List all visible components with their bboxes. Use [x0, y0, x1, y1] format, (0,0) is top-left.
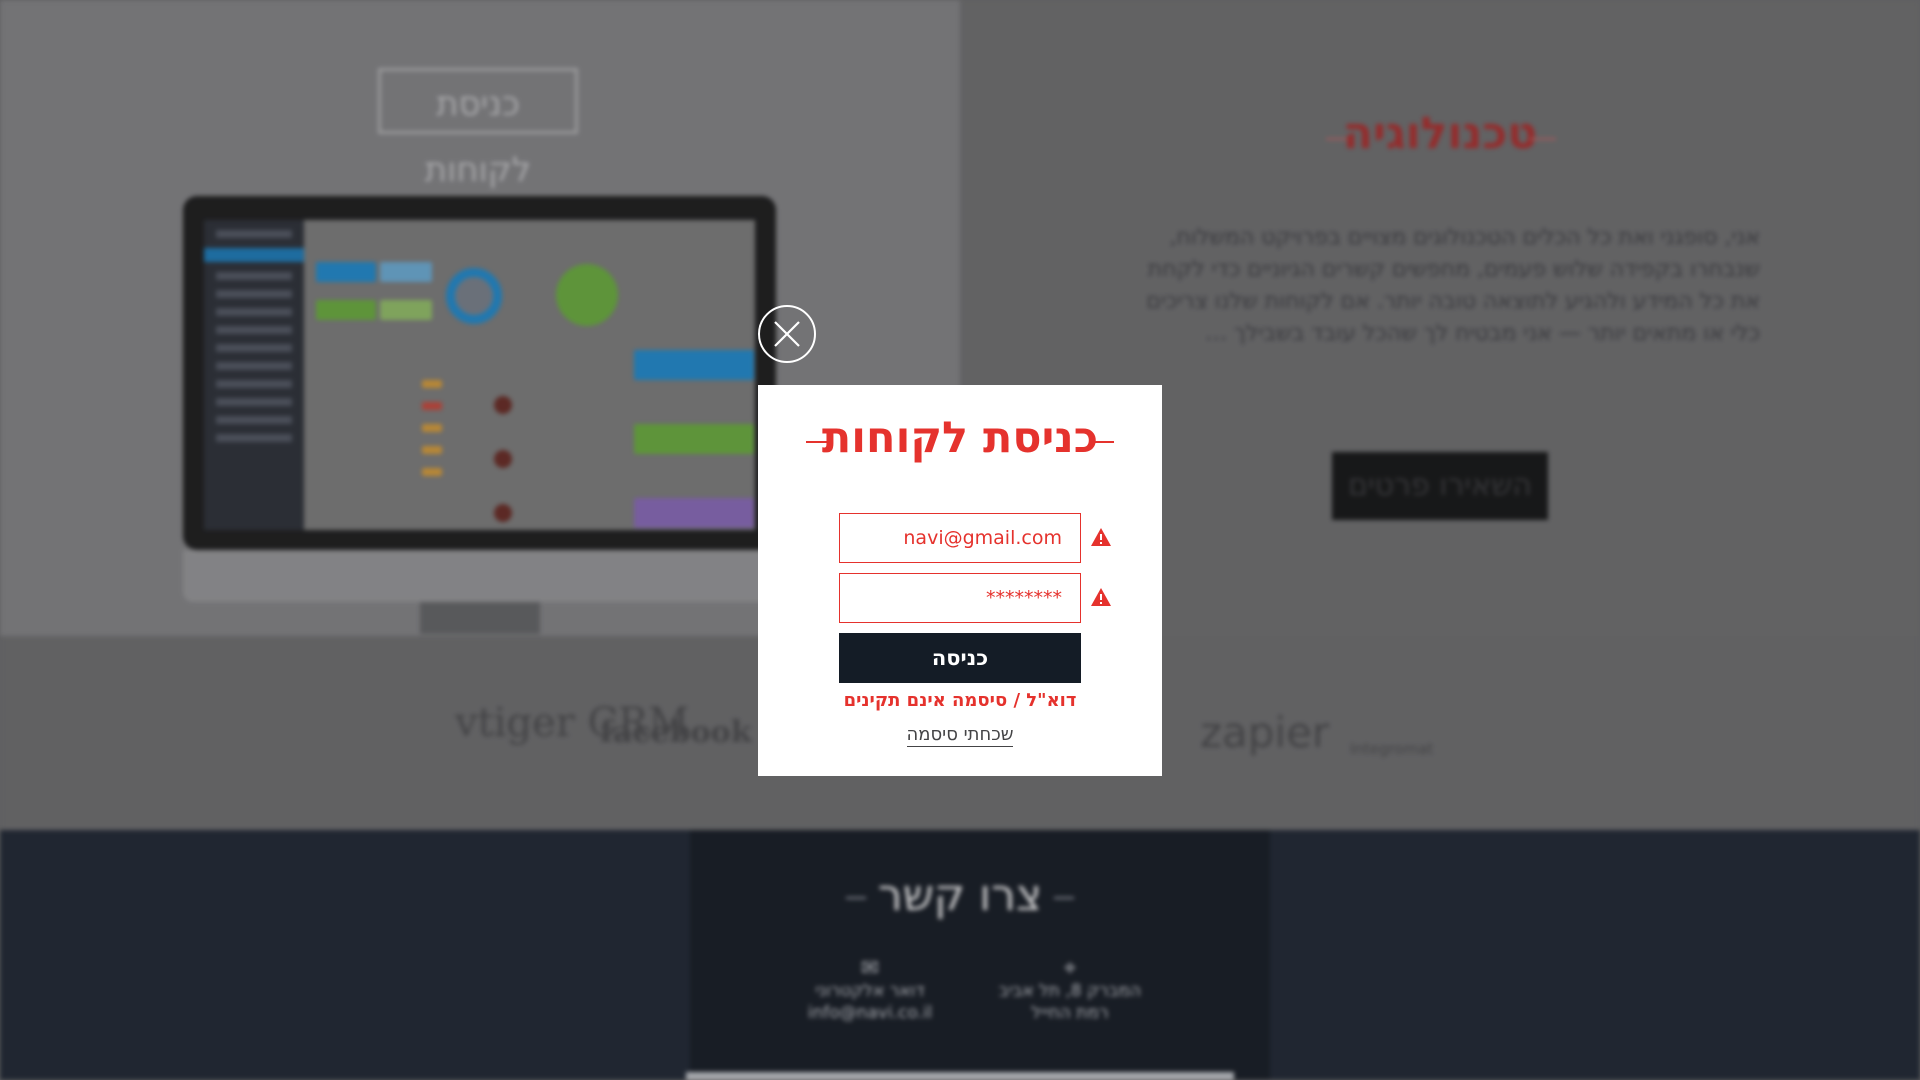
modal-title: כניסת לקוחות [821, 413, 1099, 463]
close-icon [774, 321, 800, 347]
login-error-message: דוא"ל / סיסמה אינם תקינים [843, 690, 1077, 711]
forgot-password-link[interactable]: שכחתי סיסמה [906, 724, 1014, 747]
customer-login-modal: כניסת לקוחות כניסה דוא"ל / סיסמה אינם תק… [758, 385, 1162, 776]
email-warning-icon [1091, 528, 1111, 546]
login-submit-button[interactable]: כניסה [839, 633, 1081, 683]
email-field[interactable] [839, 513, 1081, 563]
password-warning-icon [1091, 588, 1111, 606]
title-line-right [1092, 441, 1114, 443]
forgot-password-wrapper: שכחתי סיסמה [758, 724, 1162, 747]
close-modal-button[interactable] [758, 305, 816, 363]
password-field[interactable] [839, 573, 1081, 623]
